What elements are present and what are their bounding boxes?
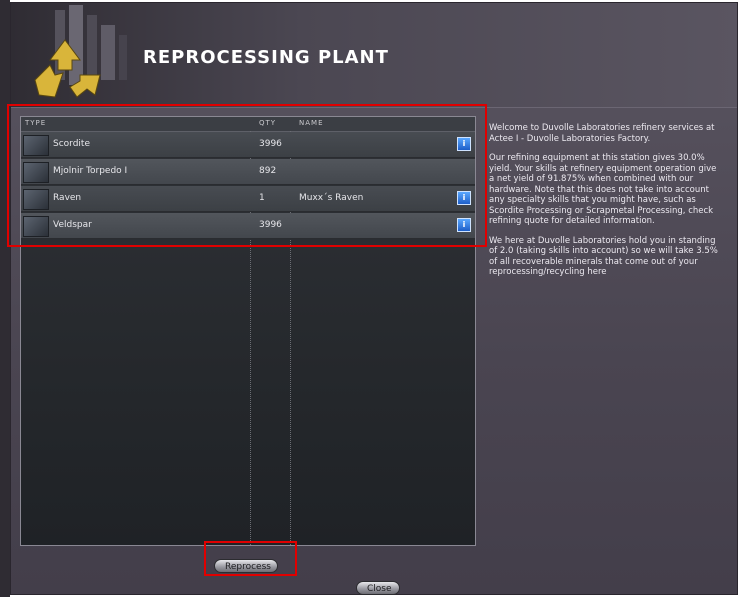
table-body: Scordite 3996 i Mjolnir Torpedo I 892 Ra… [21, 132, 475, 242]
table-row[interactable]: Scordite 3996 i [21, 132, 475, 158]
table-row[interactable]: Raven 1 Muxx´s Raven i [21, 186, 475, 212]
description-welcome: Welcome to Duvolle Laboratories refinery… [489, 123, 715, 144]
ship-icon [23, 189, 49, 210]
description-yield: Our refining equipment at this station g… [489, 153, 717, 226]
close-button[interactable]: Close [356, 581, 400, 595]
row-type: Mjolnir Torpedo I [53, 166, 128, 176]
column-header-name[interactable]: NAME [299, 119, 324, 127]
reprocessing-plant-logo [34, 5, 127, 98]
left-edge [0, 0, 10, 597]
ore-icon [23, 216, 49, 237]
table-row[interactable]: Veldspar 3996 i [21, 213, 475, 239]
row-type: Scordite [53, 139, 90, 149]
row-qty: 3996 [259, 220, 282, 230]
refinery-description: Welcome to Duvolle Laboratories refinery… [489, 123, 721, 287]
column-header-qty[interactable]: QTY [259, 119, 276, 127]
info-icon[interactable]: i [457, 218, 471, 232]
window-title: REPROCESSING PLANT [143, 47, 389, 68]
window-header: REPROCESSING PLANT [11, 3, 737, 108]
table-row[interactable]: Mjolnir Torpedo I 892 [21, 159, 475, 185]
torpedo-icon [23, 162, 49, 183]
row-type: Veldspar [53, 220, 92, 230]
table-header: TYPE QTY NAME [21, 117, 475, 132]
column-header-type[interactable]: TYPE [25, 119, 46, 127]
info-icon[interactable]: i [457, 137, 471, 151]
info-icon[interactable]: i [457, 191, 471, 205]
row-type: Raven [53, 193, 82, 203]
row-qty: 892 [259, 166, 277, 176]
row-name: Muxx´s Raven [299, 193, 364, 203]
row-qty: 1 [259, 193, 265, 203]
row-qty: 3996 [259, 139, 282, 149]
reprocess-button[interactable]: Reprocess [214, 559, 278, 573]
reprocessing-window: REPROCESSING PLANT TYPE QTY NAME Scordit… [10, 2, 738, 595]
description-standing: We here at Duvolle Laboratories hold you… [489, 235, 718, 278]
ore-icon [23, 135, 49, 156]
items-table[interactable]: TYPE QTY NAME Scordite 3996 i Mjolnir To… [20, 116, 476, 546]
